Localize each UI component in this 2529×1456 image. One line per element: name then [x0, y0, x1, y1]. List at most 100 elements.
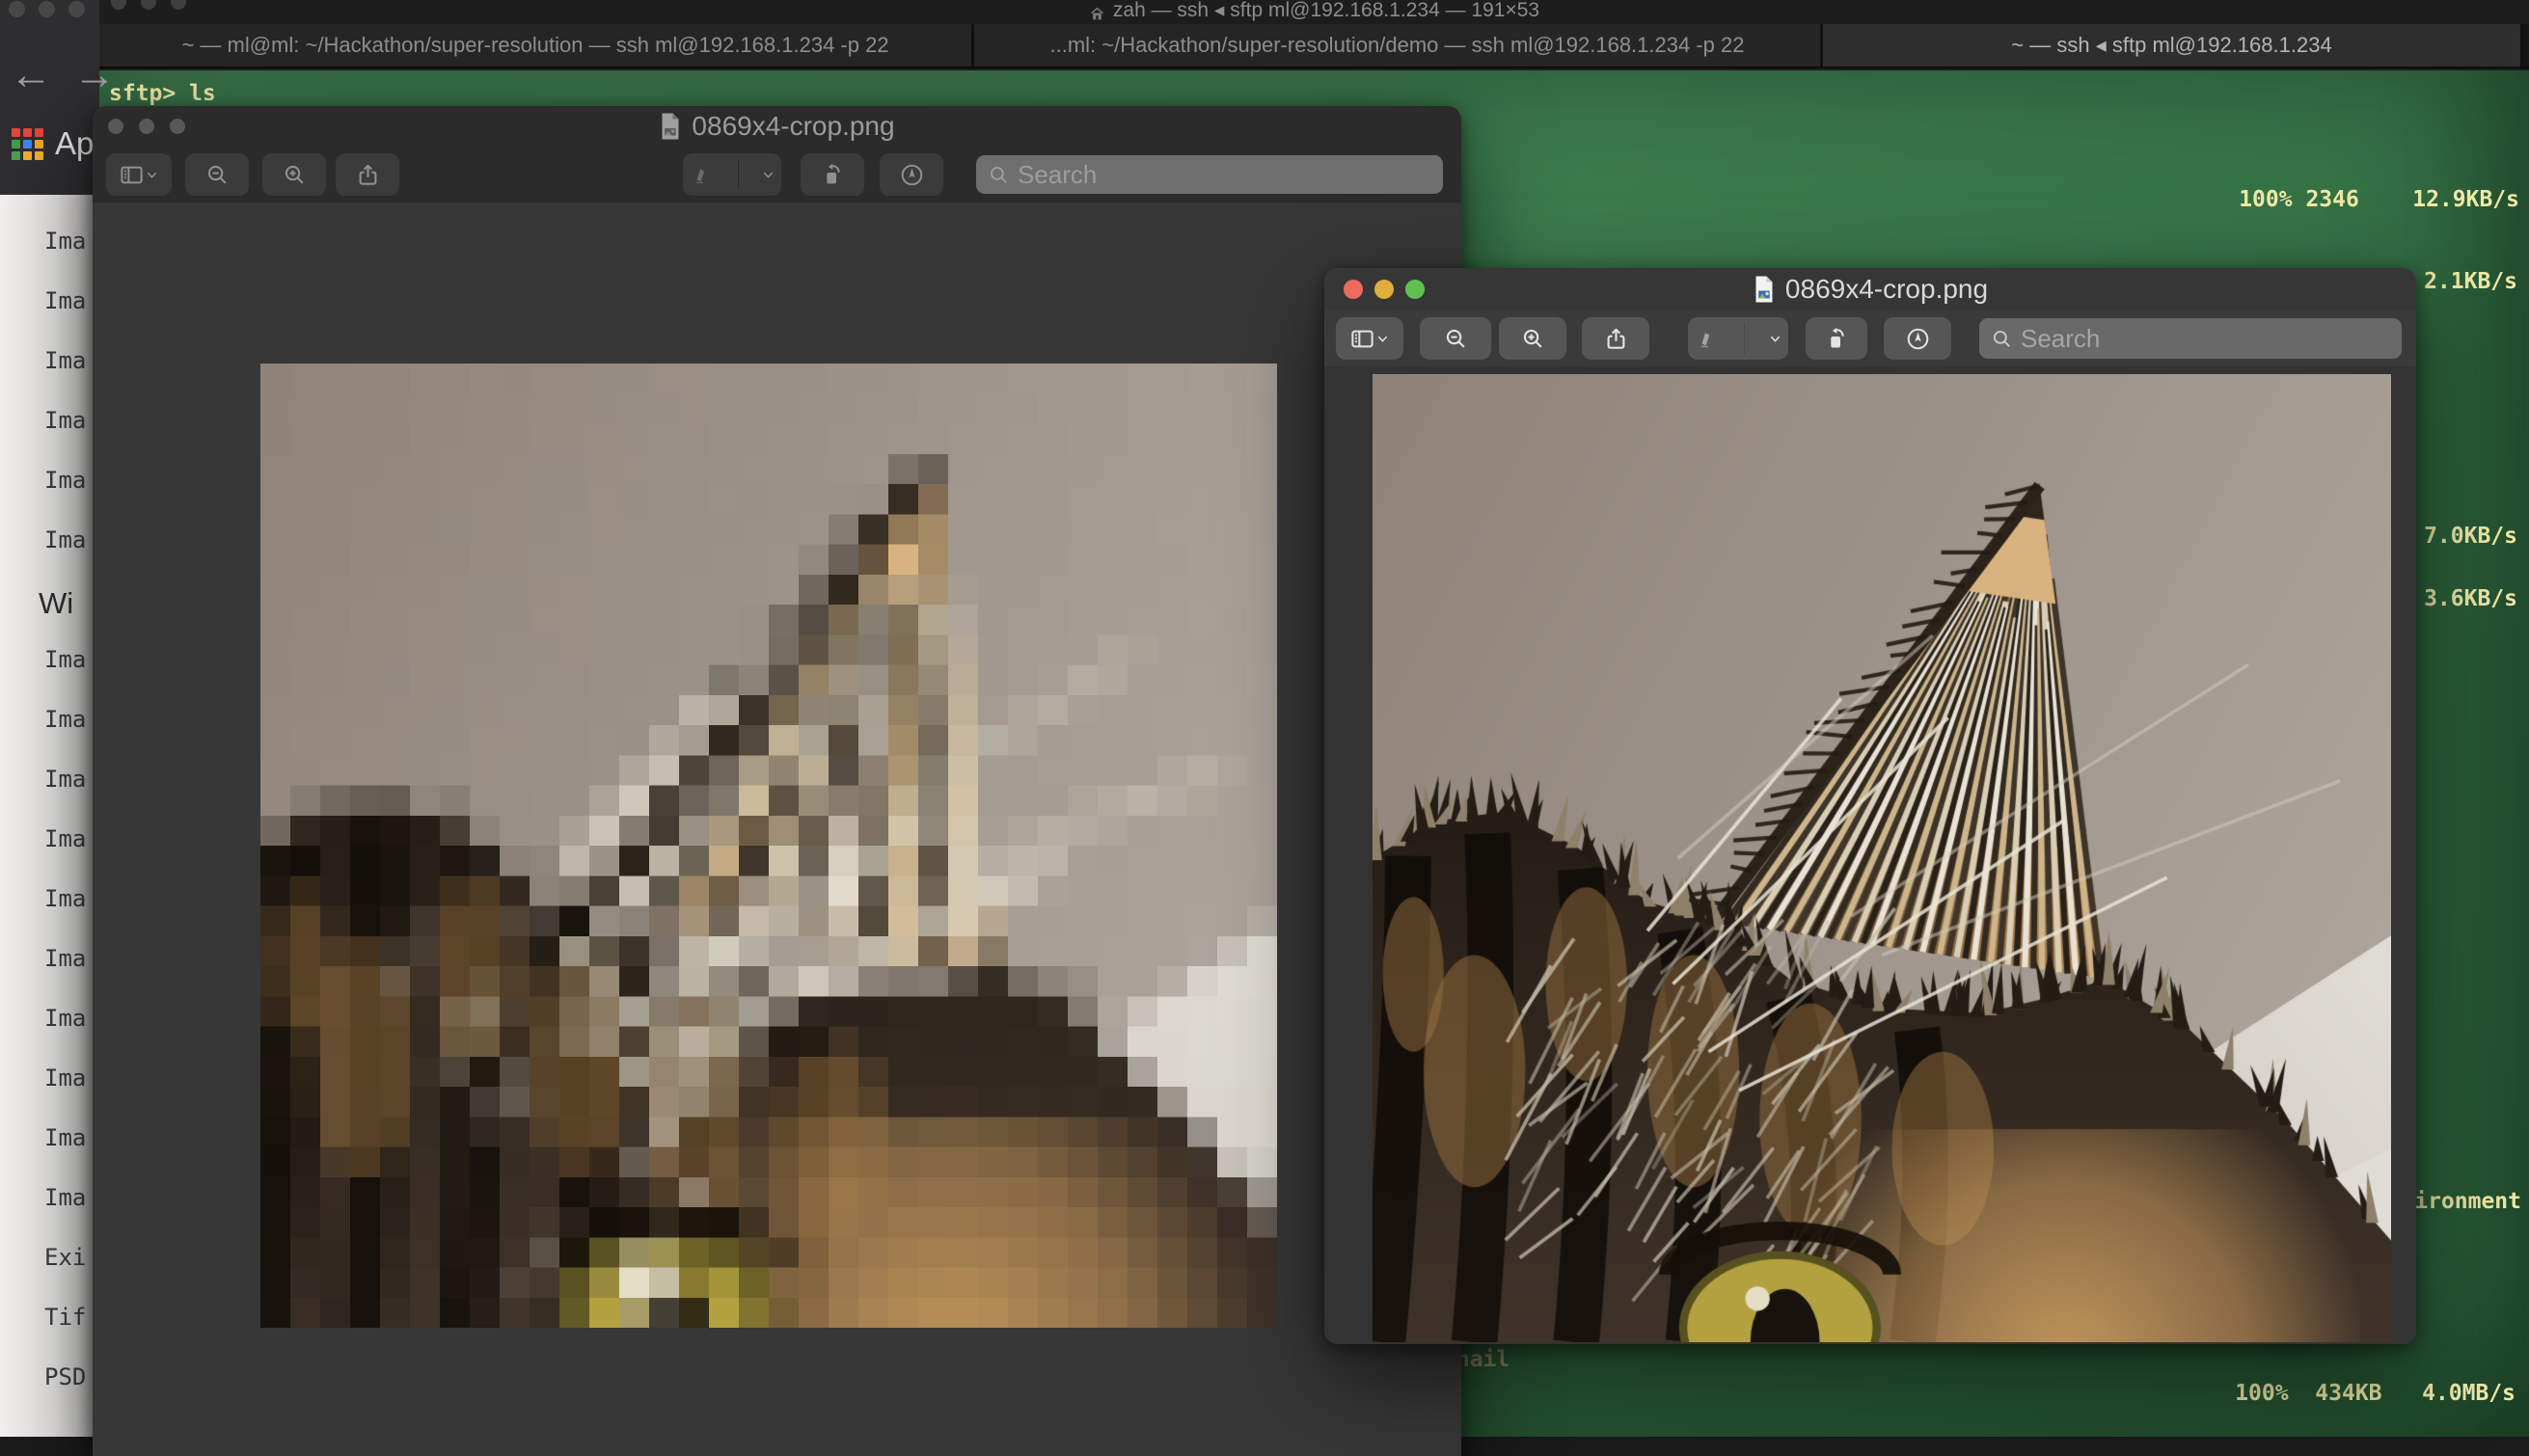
pen-nib-circle-icon: [899, 162, 925, 188]
zoom-in-button[interactable]: [1499, 317, 1566, 360]
png-file-icon: [659, 112, 682, 141]
terminal-tab[interactable]: ~ — ssh ◂ sftp ml@192.168.1.234: [1823, 24, 2523, 67]
page-link[interactable]: Ima: [44, 825, 86, 852]
forward-arrow-icon[interactable]: →: [73, 54, 116, 96]
markup-button[interactable]: [683, 153, 781, 196]
page-link[interactable]: PSD: [44, 1363, 86, 1390]
search-icon: [988, 164, 1010, 186]
sidebar-toggle-button[interactable]: [1336, 317, 1403, 360]
bookmark-label: Ap: [55, 125, 94, 162]
zoom-in-icon: [282, 162, 308, 188]
preview-window-back: 0869x4-crop.png: [93, 106, 1461, 1456]
browser-traffic-lights: [9, 1, 85, 17]
browser-close-button[interactable]: [9, 1, 25, 17]
page-heading[interactable]: Wi: [39, 586, 73, 621]
page-link[interactable]: Ima: [44, 706, 86, 733]
page-link[interactable]: Tif: [44, 1304, 86, 1331]
chevron-down-icon: [145, 168, 159, 182]
button-divider: [738, 159, 739, 190]
window-title: 0869x4-crop.png: [692, 111, 894, 142]
sftp-speed-fragment: 7.0KB/s: [2424, 524, 2517, 550]
preview-front-titlebar: 0869x4-crop.png: [1324, 268, 2416, 310]
sidebar-panel-icon: [119, 162, 145, 188]
rotate-left-button[interactable]: [801, 153, 864, 196]
page-link[interactable]: Ima: [44, 646, 86, 673]
search-field[interactable]: [976, 155, 1443, 194]
annotate-button[interactable]: [1884, 317, 1951, 360]
zoom-out-button[interactable]: [1420, 317, 1491, 360]
bookmark-apps[interactable]: Ap: [12, 125, 94, 162]
sftp-speed-fragment: 3.6KB/s: [2424, 586, 2517, 612]
browser-window: ← → Ap ImaImaImaImaImaImaWiImaImaImaImaI…: [0, 0, 99, 1437]
page-link[interactable]: Ima: [44, 766, 86, 793]
preview-back-titlebar: 0869x4-crop.png: [93, 106, 1461, 147]
page-link[interactable]: Ima: [44, 526, 86, 553]
sidebar-toggle-button[interactable]: [106, 153, 172, 196]
preview-front-title-row: 0869x4-crop.png: [1324, 268, 2416, 310]
lowres-cat-image: [260, 364, 1277, 1328]
annotate-button[interactable]: [880, 153, 943, 196]
page-link[interactable]: Ima: [44, 407, 86, 434]
browser-nav: ← →: [0, 54, 99, 96]
back-arrow-icon[interactable]: ←: [10, 54, 52, 96]
page-link[interactable]: Ima: [44, 1065, 86, 1092]
zoom-in-icon: [1520, 326, 1546, 352]
page-link[interactable]: Exi: [44, 1244, 86, 1271]
page-link[interactable]: Ima: [44, 228, 86, 255]
page-link[interactable]: Ima: [44, 1184, 86, 1211]
browser-page: Ima Ima Ima Ima Ima Ima Wi Ima Ima Ima Ima Ima Ima Im…: [0, 195, 99, 1437]
terminal-tab[interactable]: ~ — ml@ml: ~/Hackathon/super-resolution …: [99, 24, 974, 67]
rotate-left-icon: [1824, 326, 1850, 352]
chevron-down-icon[interactable]: [761, 168, 775, 182]
terminal-prompt-line: sftp> ls: [109, 81, 216, 107]
page-link[interactable]: Ima: [44, 885, 86, 912]
markup-button[interactable]: [1688, 317, 1788, 360]
browser-zoom-button[interactable]: [68, 1, 85, 17]
preview-window-front: 0869x4-crop.png: [1324, 268, 2416, 1344]
markup-pen-icon: [689, 162, 715, 188]
share-icon: [1603, 326, 1629, 352]
preview-back-canvas-area: [93, 202, 1461, 1456]
zoom-out-icon: [1443, 326, 1469, 352]
preview-back-title-row: 0869x4-crop.png: [93, 106, 1461, 147]
zoom-in-button[interactable]: [262, 153, 326, 196]
highres-cat-image: [1373, 374, 2391, 1342]
sftp-transfer-stat: 100% 2346 12.9KB/s: [2239, 187, 2519, 213]
share-icon: [355, 162, 381, 188]
terminal-window-title: zah — ssh ◂ sftp ml@192.168.1.234 — 191×…: [1113, 0, 1539, 22]
page-link[interactable]: Ima: [44, 945, 86, 972]
page-link[interactable]: Ima: [44, 1005, 86, 1032]
search-input[interactable]: [1018, 160, 1431, 190]
page-link[interactable]: Ima: [44, 347, 86, 374]
terminal-tab-bar: ~ — ml@ml: ~/Hackathon/super-resolution …: [99, 24, 2529, 68]
page-link[interactable]: Ima: [44, 467, 86, 494]
search-icon: [1991, 328, 2013, 350]
terminal-tab[interactable]: ...ml: ~/Hackathon/super-resolution/demo…: [974, 24, 1823, 67]
rotate-left-icon: [820, 162, 846, 188]
zoom-out-icon: [204, 162, 231, 188]
button-divider: [1744, 323, 1745, 354]
search-input[interactable]: [2021, 324, 2390, 354]
desktop: zah — ssh ◂ sftp ml@192.168.1.234 — 191×…: [0, 0, 2529, 1437]
share-button[interactable]: [1582, 317, 1649, 360]
share-button[interactable]: [336, 153, 399, 196]
page-link[interactable]: Ima: [44, 287, 86, 314]
sftp-transfer-stat: 100% 434KB 4.0MB/s: [2235, 1381, 2515, 1407]
home-proxy-icon: [1089, 6, 1105, 22]
zoom-out-button[interactable]: [185, 153, 249, 196]
terminal-titlebar: zah — ssh ◂ sftp ml@192.168.1.234 — 191×…: [99, 0, 2529, 24]
browser-minimize-button[interactable]: [39, 1, 55, 17]
apps-grid-icon: [12, 128, 43, 160]
window-title: 0869x4-crop.png: [1785, 274, 1988, 305]
sidebar-panel-icon: [1349, 326, 1375, 352]
page-link[interactable]: Ima: [44, 1124, 86, 1151]
chevron-down-icon: [1375, 332, 1390, 346]
png-file-icon: [1753, 275, 1776, 304]
preview-front-toolbar: [1324, 310, 2416, 366]
preview-back-toolbar: [93, 147, 1461, 202]
chevron-down-icon[interactable]: [1768, 332, 1782, 346]
terminal-title-wrap: zah — ssh ◂ sftp ml@192.168.1.234 — 191×…: [99, 0, 2529, 24]
pen-nib-circle-icon: [1905, 326, 1931, 352]
rotate-left-button[interactable]: [1806, 317, 1867, 360]
search-field[interactable]: [1979, 318, 2402, 359]
